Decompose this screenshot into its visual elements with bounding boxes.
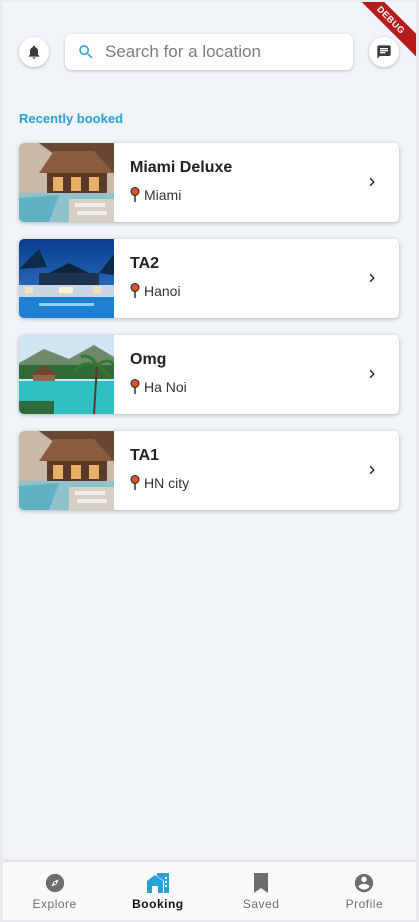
- hotel-location: Miami: [130, 187, 181, 203]
- location-label: HN city: [144, 475, 190, 491]
- bell-icon: [28, 45, 40, 59]
- location-label: Miami: [144, 187, 182, 203]
- search-bar[interactable]: [65, 34, 353, 70]
- booking-card[interactable]: Omg Ha Noi: [19, 335, 399, 414]
- nav-label: Booking: [132, 897, 184, 911]
- account-circle-icon: [355, 873, 374, 893]
- notification-button[interactable]: [19, 37, 49, 67]
- chevron-right-icon: [369, 273, 375, 283]
- nav-label: Explore: [32, 897, 77, 911]
- nav-booking[interactable]: Booking: [106, 862, 209, 920]
- hotel-location: Hanoi: [130, 283, 181, 299]
- search-input[interactable]: [105, 42, 335, 62]
- hotel-thumbnail: [19, 239, 114, 318]
- search-icon: [79, 45, 93, 59]
- pin-icon: [130, 283, 140, 298]
- hotel-name: Omg: [130, 351, 167, 368]
- nav-label: Profile: [345, 897, 384, 911]
- hotel-name: Miami Deluxe: [130, 159, 233, 176]
- chevron-right-icon: [369, 369, 375, 379]
- nav-saved[interactable]: Saved: [210, 862, 313, 920]
- booking-card[interactable]: TA2 Hanoi: [19, 239, 399, 318]
- nav-label: Saved: [242, 897, 280, 911]
- compass-icon: [45, 873, 64, 893]
- hotel-location: Ha Noi: [130, 379, 187, 395]
- pin-icon: [130, 379, 140, 394]
- nav-explore[interactable]: Explore: [3, 862, 106, 920]
- nav-profile[interactable]: Profile: [313, 862, 416, 920]
- hotel-name: TA1: [130, 447, 160, 464]
- location-label: Ha Noi: [144, 379, 187, 395]
- section-title: Recently booked: [19, 111, 124, 126]
- hotel-name: TA2: [130, 255, 160, 272]
- booking-card[interactable]: TA1 HN city: [19, 431, 399, 510]
- chat-button[interactable]: [369, 37, 399, 67]
- bottom-navigation: Explore Booking Saved Profile: [3, 862, 416, 920]
- chat-icon: [377, 45, 391, 59]
- location-label: Hanoi: [144, 283, 181, 299]
- hotel-thumbnail: [19, 143, 114, 222]
- bookmark-icon: [254, 873, 269, 893]
- hotel-thumbnail: [19, 431, 114, 510]
- booking-card[interactable]: Miami Deluxe Miami: [19, 143, 399, 222]
- hotel-thumbnail: [19, 335, 114, 414]
- hotel-location: HN city: [130, 475, 189, 491]
- chevron-right-icon: [369, 465, 375, 475]
- pin-icon: [130, 475, 140, 490]
- home-work-icon: [146, 873, 169, 893]
- chevron-right-icon: [369, 177, 375, 187]
- app-screen: DEBUG Recently booked Miami Deluxe: [3, 2, 416, 920]
- pin-icon: [130, 187, 140, 202]
